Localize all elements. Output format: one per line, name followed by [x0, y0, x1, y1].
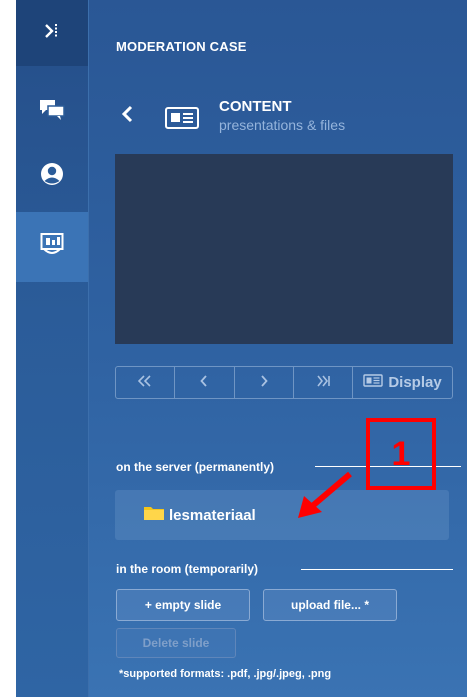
last-slide-button[interactable] [294, 367, 353, 398]
chevron-right-icon [260, 375, 268, 390]
folder-item-lesmateriaal[interactable]: lesmateriaal [115, 490, 449, 540]
double-chevron-left-icon [137, 375, 152, 390]
display-button[interactable]: Display [353, 367, 452, 398]
presentation-board-icon [40, 232, 64, 263]
content-card-icon [165, 107, 199, 134]
room-section-divider [301, 569, 453, 570]
content-subheading: presentations & files [219, 117, 346, 133]
annotation-number-box: 1 [366, 418, 436, 490]
slide-preview [115, 154, 453, 344]
delete-slide-button[interactable]: Delete slide [116, 628, 236, 658]
page-title: MODERATION CASE [116, 39, 247, 54]
previous-slide-button[interactable] [175, 367, 235, 398]
content-panel: MODERATION CASE CONTENT presentations & … [89, 0, 467, 697]
participants-button[interactable] [16, 148, 88, 204]
slide-navigation: Display [115, 366, 453, 399]
display-card-icon [363, 374, 384, 391]
annotation-number: 1 [391, 434, 411, 473]
user-circle-icon [40, 162, 64, 191]
next-slide-button[interactable] [235, 367, 294, 398]
side-rail [16, 0, 89, 697]
chat-button[interactable] [16, 84, 88, 140]
chat-bubbles-icon [39, 99, 65, 126]
upload-file-button[interactable]: upload file... * [263, 589, 397, 621]
room-section-label: in the room (temporarily) [116, 562, 259, 576]
app: MODERATION CASE CONTENT presentations & … [16, 0, 467, 697]
first-slide-button[interactable] [116, 367, 176, 398]
folder-name: lesmateriaal [169, 506, 256, 524]
server-section-label: on the server (permanently) [116, 460, 275, 474]
display-label: Display [388, 374, 442, 391]
annotation-arrow-icon [296, 470, 356, 525]
double-chevron-right-icon [316, 375, 330, 390]
presentation-button[interactable] [16, 212, 88, 282]
collapse-panel-icon [42, 21, 62, 46]
collapse-panel-button[interactable] [16, 0, 88, 66]
chevron-left-icon [200, 375, 208, 390]
content-heading: CONTENT [219, 98, 292, 115]
empty-slide-button[interactable]: + empty slide [116, 589, 250, 621]
folder-icon [143, 504, 165, 526]
back-chevron-icon[interactable] [121, 105, 133, 128]
supported-formats-note: *supported formats: .pdf, .jpg/.jpeg, .p… [119, 668, 332, 680]
